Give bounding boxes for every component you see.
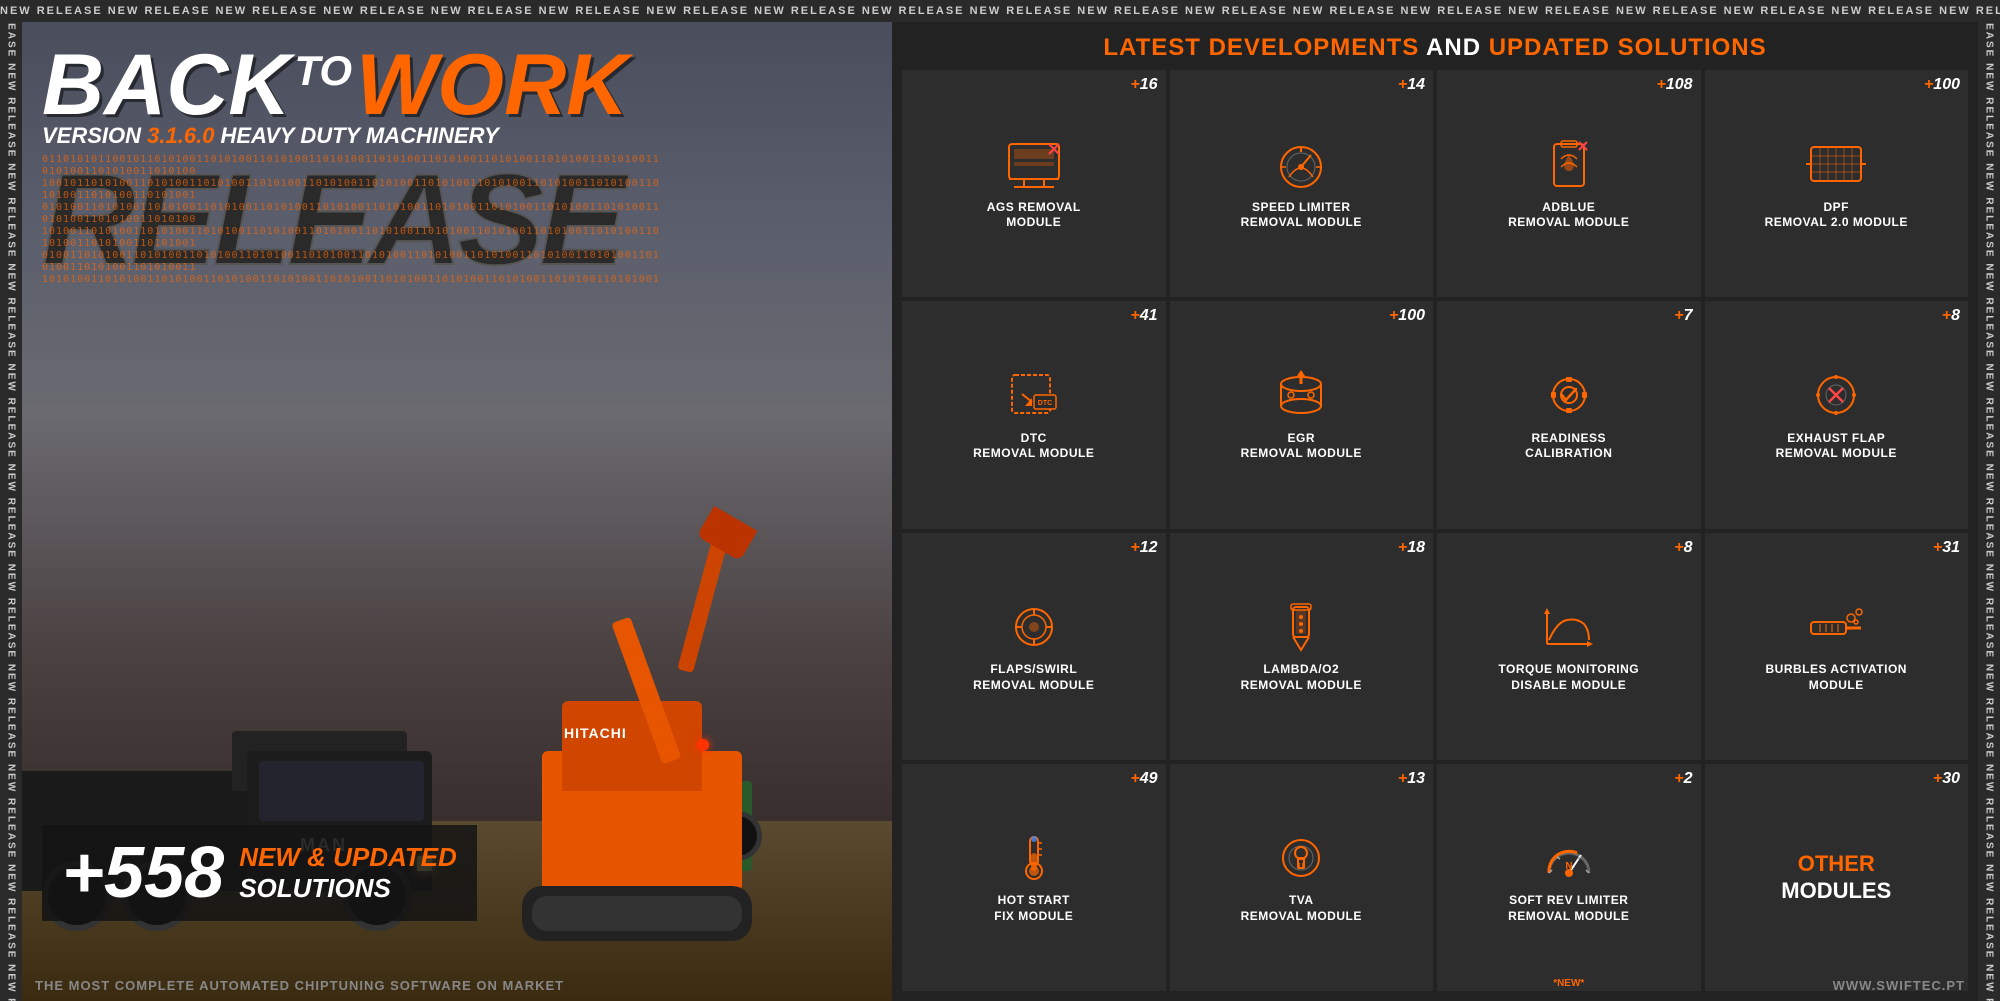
module-ags-badge: +16 xyxy=(1130,76,1157,94)
modules-grid: +16 AGS REMOVALMODULE xyxy=(902,70,1968,991)
module-tva-icon xyxy=(1266,830,1336,885)
module-egr-icon xyxy=(1266,368,1336,423)
module-tva-badge: +13 xyxy=(1398,770,1425,788)
right-panel: LATEST DEVELOPMENTS AND UPDATED SOLUTION… xyxy=(892,22,1978,1001)
panel-header-text: LATEST DEVELOPMENTS AND UPDATED SOLUTION… xyxy=(1103,34,1766,61)
module-dpf: +100 xyxy=(1705,70,1969,297)
module-exhaust-name: EXHAUST FLAPREMOVAL MODULE xyxy=(1776,431,1897,462)
ticker-left-text: NEW RELEASE NEW RELEASE NEW RELEASE NEW … xyxy=(6,22,17,1001)
work-text: WORK xyxy=(356,42,628,128)
module-speed-icon xyxy=(1266,137,1336,192)
to-text: TO xyxy=(294,50,352,92)
module-hot-start-badge: +49 xyxy=(1130,770,1157,788)
module-hot-start-icon xyxy=(999,830,1069,885)
module-egr: +100 EGRR xyxy=(1170,301,1434,528)
module-lambda-badge: +18 xyxy=(1398,539,1425,557)
count-label: NEW & UPDATED SOLUTIONS xyxy=(239,842,457,904)
module-flaps-badge: +12 xyxy=(1130,539,1157,557)
module-lambda: +18 LAMBD xyxy=(1170,533,1434,760)
module-readiness-icon xyxy=(1534,368,1604,423)
module-adblue: +108 ADBLUEREMOVAL MODULE xyxy=(1437,70,1701,297)
count-block: +558 NEW & UPDATED SOLUTIONS xyxy=(42,825,477,921)
module-tva-name: TVAREMOVAL MODULE xyxy=(1241,893,1362,924)
module-dpf-badge: +100 xyxy=(1924,76,1960,94)
module-new-badge: *NEW* xyxy=(1437,978,1701,989)
module-ags-name: AGS REMOVALMODULE xyxy=(987,200,1081,231)
module-readiness-badge: +7 xyxy=(1674,307,1692,325)
excavator-shape: HITACHI xyxy=(502,471,892,971)
module-soft-rev-name: SOFT REV LIMITERREMOVAL MODULE xyxy=(1508,893,1629,924)
module-speed-badge: +14 xyxy=(1398,76,1425,94)
module-exhaust-icon xyxy=(1801,368,1871,423)
module-soft-rev-badge: +2 xyxy=(1674,770,1692,788)
url-text: WWW.SWIFTEC.PT xyxy=(1833,978,1965,993)
module-flaps: +12 FLAPS/SWIRLREMOVAL MODULE xyxy=(902,533,1166,760)
binary-overlay: 0110101011001011010100110101001101010011… xyxy=(42,154,662,284)
ticker-left: NEW RELEASE NEW RELEASE NEW RELEASE NEW … xyxy=(0,22,22,1001)
module-lambda-name: LAMBDA/O2REMOVAL MODULE xyxy=(1241,662,1362,693)
svg-text:N: N xyxy=(1565,861,1572,872)
module-soft-rev: +2 N xyxy=(1437,764,1701,991)
left-panel: MAN HITACHI xyxy=(22,22,892,1001)
module-adblue-icon xyxy=(1534,137,1604,192)
other-modules-label: OTHER xyxy=(1798,851,1875,877)
module-dpf-name: DPFREMOVAL 2.0 MODULE xyxy=(1765,200,1908,231)
footer-text: THE MOST COMPLETE AUTOMATED CHIPTUNING S… xyxy=(35,978,564,993)
module-egr-badge: +100 xyxy=(1389,307,1425,325)
module-torque-name: TORQUE MONITORINGDISABLE MODULE xyxy=(1498,662,1639,693)
back-text: BACK xyxy=(42,42,290,128)
module-speed-name: SPEED LIMITERREMOVAL MODULE xyxy=(1241,200,1362,231)
module-adblue-name: ADBLUEREMOVAL MODULE xyxy=(1508,200,1629,231)
module-flaps-icon xyxy=(999,599,1069,654)
module-burbles: +31 xyxy=(1705,533,1969,760)
count-label-line1: NEW & UPDATED xyxy=(239,842,457,873)
module-burbles-name: BURBLES ACTIVATIONMODULE xyxy=(1766,662,1907,693)
title-block: BACK TO WORK VERSION 3.1.6.0 HEAVY DUTY … xyxy=(42,42,662,284)
module-torque-icon xyxy=(1534,599,1604,654)
ticker-right: NEW RELEASE NEW RELEASE NEW RELEASE NEW … xyxy=(1978,22,2000,1001)
module-hot-start-name: HOT STARTFIX MODULE xyxy=(994,893,1073,924)
module-dtc: +41 DTC DTCREMOVAL MODULE xyxy=(902,301,1166,528)
module-readiness: +7 READINESSCALIBRATIO xyxy=(1437,301,1701,528)
back-to-work-title: BACK TO WORK xyxy=(42,42,662,128)
count-number: +558 xyxy=(62,837,224,909)
module-hot-start: +49 xyxy=(902,764,1166,991)
ticker-right-text: NEW RELEASE NEW RELEASE NEW RELEASE NEW … xyxy=(1984,22,1995,1001)
ticker-top: NEW RELEASE NEW RELEASE NEW RELEASE NEW … xyxy=(0,0,2000,22)
module-lambda-icon xyxy=(1266,599,1336,654)
module-burbles-icon xyxy=(1801,599,1871,654)
module-dtc-icon: DTC xyxy=(999,368,1069,423)
module-speed-limiter: +14 SPEED xyxy=(1170,70,1434,297)
main-content: MAN HITACHI xyxy=(22,22,1978,1001)
module-ags: +16 AGS REMOVALMODULE xyxy=(902,70,1166,297)
module-exhaust-flap: +8 EXHAUST FLAPREMOVAL xyxy=(1705,301,1969,528)
release-container: RELEASE 01101010110010110101001101010011… xyxy=(42,154,662,284)
module-readiness-name: READINESSCALIBRATION xyxy=(1525,431,1612,462)
module-egr-name: EGRREMOVAL MODULE xyxy=(1241,431,1362,462)
module-torque-badge: +8 xyxy=(1674,539,1692,557)
module-tva: +13 TVAREMOVAL MODULE xyxy=(1170,764,1434,991)
svg-text:DTC: DTC xyxy=(1038,400,1052,407)
module-dtc-name: DTCREMOVAL MODULE xyxy=(973,431,1094,462)
module-adblue-badge: +108 xyxy=(1656,76,1692,94)
other-modules-sub-label: MODULES xyxy=(1781,878,1891,904)
module-exhaust-badge: +8 xyxy=(1942,307,1960,325)
module-other-badge: +30 xyxy=(1933,770,1960,788)
panel-header: LATEST DEVELOPMENTS AND UPDATED SOLUTION… xyxy=(902,22,1968,70)
module-ags-icon xyxy=(999,137,1069,192)
module-dpf-icon xyxy=(1801,137,1871,192)
count-label-line2: SOLUTIONS xyxy=(239,873,457,904)
module-other: +30 OTHER MODULES xyxy=(1705,764,1969,991)
module-dtc-badge: +41 xyxy=(1130,307,1157,325)
module-flaps-name: FLAPS/SWIRLREMOVAL MODULE xyxy=(973,662,1094,693)
module-torque: +8 TORQUE MONITORINGDISABLE MODULE xyxy=(1437,533,1701,760)
module-soft-rev-icon: N xyxy=(1534,830,1604,885)
module-burbles-badge: +31 xyxy=(1933,539,1960,557)
ticker-text: NEW RELEASE NEW RELEASE NEW RELEASE NEW … xyxy=(0,5,2000,17)
